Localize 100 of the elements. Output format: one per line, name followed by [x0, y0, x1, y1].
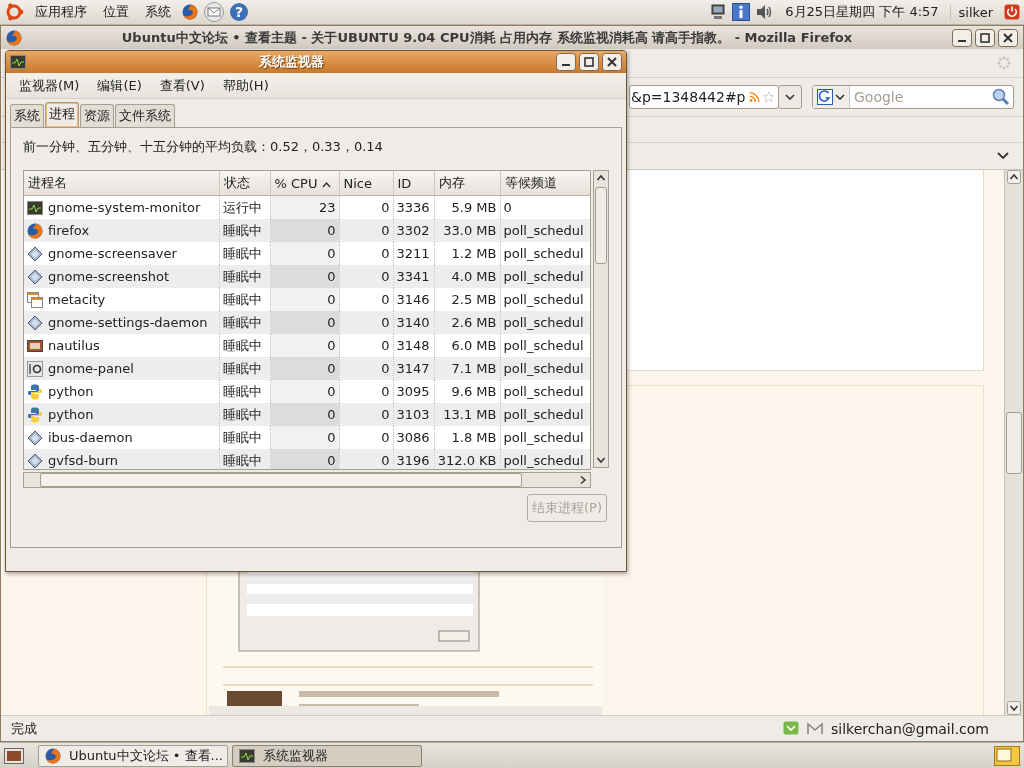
scroll-thumb[interactable] — [1006, 411, 1022, 474]
table-cell: 睡眠中 — [222, 406, 262, 422]
table-cell: 13.1 MB — [443, 407, 497, 422]
table-cell: 0 — [381, 338, 390, 353]
table-cell: ibus-daemon — [48, 430, 133, 445]
firefox-icon — [182, 4, 198, 20]
table-cell: gnome-settings-daemon — [48, 315, 208, 330]
table-cell: 9.6 MB — [451, 384, 497, 399]
tab[interactable]: 资源 — [80, 104, 114, 127]
minimize-button[interactable] — [952, 28, 972, 47]
scroll-thumb[interactable] — [40, 473, 522, 487]
table-cell: 3146 — [396, 292, 430, 307]
user-name[interactable]: silker — [949, 4, 998, 20]
table-cell: 0 — [327, 407, 336, 422]
ubuntu-logo-icon[interactable] — [4, 2, 24, 22]
task-button[interactable]: Ubuntu中文论坛 • 查看... — [38, 744, 228, 767]
diamond-icon — [27, 268, 43, 285]
table-cell: 7.1 MB — [451, 361, 497, 376]
tab[interactable]: 进程 — [45, 102, 79, 127]
table-cell: 睡眠中 — [222, 360, 262, 376]
firefox-icon — [6, 29, 22, 46]
table-cell: 睡眠中 — [222, 383, 262, 399]
load-average-text: 前一分钟、五分钟、十五分钟的平均负载：0.52，0.33，0.14 — [23, 138, 384, 156]
table-cell: 3341 — [396, 269, 430, 284]
maximize-button[interactable] — [975, 28, 995, 47]
notes-icon[interactable] — [994, 745, 1020, 766]
table-cell: 3211 — [396, 246, 430, 261]
power-icon[interactable] — [1004, 4, 1020, 20]
table-cell: 0 — [381, 223, 390, 238]
table-cell: 0 — [503, 200, 512, 215]
table-cell: 0 — [381, 269, 390, 284]
column-header[interactable]: 状态 — [219, 171, 270, 196]
scroll-down-icon[interactable] — [1007, 701, 1021, 715]
table-cell: 0 — [327, 246, 336, 261]
table-cell: 0 — [327, 384, 336, 399]
diamond-icon — [27, 245, 43, 262]
close-button[interactable] — [998, 28, 1018, 47]
column-header[interactable]: Nice — [339, 171, 393, 196]
table-cell: 睡眠中 — [222, 222, 262, 238]
table-cell: 5.9 MB — [451, 200, 497, 215]
scroll-up-icon[interactable] — [1007, 170, 1021, 184]
column-header[interactable]: % CPU — [270, 171, 339, 196]
info-icon[interactable] — [732, 3, 751, 21]
tab[interactable]: 系统 — [10, 104, 44, 127]
table-cell: poll_schedul — [503, 292, 584, 307]
firefox-icon — [45, 747, 61, 764]
help-icon[interactable]: ? — [230, 3, 248, 21]
table-cell: 睡眠中 — [222, 291, 262, 307]
throbber-icon — [997, 56, 1011, 70]
show-desktop-icon[interactable] — [4, 746, 24, 765]
diamond-icon — [27, 429, 43, 446]
table-cell: python — [48, 407, 94, 422]
task-button[interactable]: 系统监视器 — [232, 744, 422, 767]
menu-item[interactable]: 监视器(M) — [12, 74, 87, 97]
table-cell: 0 — [327, 338, 336, 353]
windows-icon — [27, 291, 43, 308]
firefox-launcher-icon[interactable] — [182, 4, 198, 20]
clock[interactable]: 6月25日星期四 下午 4:57 — [780, 3, 944, 21]
table-cell: 睡眠中 — [222, 429, 262, 445]
column-header[interactable]: 内存 — [434, 171, 500, 196]
table-cell: 2.6 MB — [451, 315, 497, 330]
tab[interactable]: 文件系统 — [115, 104, 175, 127]
computer-icon[interactable] — [710, 4, 727, 20]
account-email[interactable]: silkerchan@gmail.com — [831, 720, 989, 737]
menu-item[interactable]: 编辑(E) — [90, 74, 149, 97]
table-cell: nautilus — [48, 338, 100, 353]
url-field[interactable]: &p=1348442#p — [629, 85, 779, 109]
panel-menu[interactable]: 系统 — [140, 3, 176, 21]
table-cell: 0 — [381, 430, 390, 445]
panel-menu[interactable]: 应用程序 — [30, 3, 92, 21]
star-icon[interactable] — [762, 89, 774, 105]
mail-icon[interactable] — [204, 2, 224, 22]
table-cell: gnome-panel — [48, 361, 134, 376]
panel-icon — [27, 360, 43, 377]
column-header[interactable]: 进程名 — [24, 171, 219, 196]
minimize-button[interactable] — [556, 53, 576, 71]
maximize-button[interactable] — [579, 53, 599, 71]
table-cell: 23 — [318, 200, 336, 215]
table-cell: firefox — [48, 223, 90, 238]
table-cell: poll_schedul — [503, 315, 584, 330]
column-header[interactable]: 等候频道 — [500, 171, 590, 196]
table-cell: python — [48, 384, 94, 399]
table-cell: poll_schedul — [503, 430, 584, 445]
table-cell: 睡眠中 — [222, 245, 262, 261]
panel-menu[interactable]: 位置 — [98, 3, 134, 21]
menu-item[interactable]: 帮助(H) — [215, 74, 276, 97]
column-header[interactable]: ID — [393, 171, 434, 196]
monitor-icon — [27, 199, 43, 216]
mail-icon[interactable] — [807, 721, 823, 736]
firefox-icon — [27, 222, 43, 239]
table-cell: 0 — [381, 361, 390, 376]
history-dropdown-button[interactable] — [778, 85, 802, 109]
search-icon[interactable] — [992, 88, 1010, 106]
table-cell: metacity — [48, 292, 106, 307]
scroll-thumb[interactable] — [595, 187, 607, 264]
search-engine-icon[interactable] — [817, 89, 833, 105]
chevron-down-icon[interactable] — [997, 152, 1009, 160]
close-button[interactable] — [602, 53, 622, 71]
search-field[interactable]: Google — [812, 85, 1014, 109]
menu-item[interactable]: 查看(V) — [152, 74, 212, 97]
